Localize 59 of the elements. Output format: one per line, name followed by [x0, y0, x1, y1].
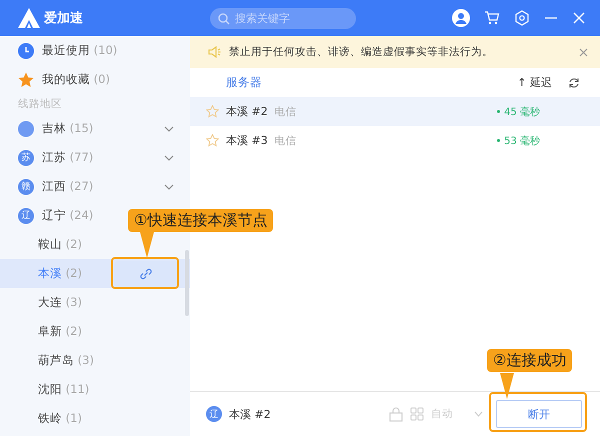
latency-value: 45 毫秒: [497, 104, 540, 118]
item-label: 江西 (27): [42, 179, 94, 194]
quick-connect-button[interactable]: [114, 260, 178, 286]
city-item[interactable]: 葫芦岛 (3): [0, 346, 190, 375]
latency-value: 53 毫秒: [497, 134, 540, 148]
speaker-icon: [208, 46, 222, 58]
refresh-icon[interactable]: [568, 76, 580, 88]
region-item[interactable]: 赣 江西 (27): [0, 172, 190, 201]
region-item[interactable]: 苏 江苏 (77): [0, 143, 190, 172]
city-item[interactable]: 鞍山 (2): [0, 230, 190, 259]
search-field[interactable]: 搜索关键字: [210, 8, 356, 28]
cart-icon[interactable]: [484, 10, 500, 26]
disconnect-button[interactable]: 断开: [496, 400, 582, 428]
isp-label: 电信: [274, 134, 297, 148]
scrollbar[interactable]: [185, 250, 189, 316]
city-item[interactable]: 大连 (3): [0, 288, 190, 317]
sidebar-item[interactable]: 最近使用 (10): [0, 36, 190, 65]
server-name: 本溪 #2: [226, 104, 268, 119]
region-item[interactable]: 吉林 (15): [0, 114, 190, 143]
chevron-down-icon[interactable]: [164, 184, 174, 190]
link-icon: [139, 266, 153, 280]
callout-pointer: [500, 373, 514, 399]
chevron-down-icon[interactable]: [164, 154, 174, 160]
province-badge: 苏: [18, 150, 34, 166]
app-title: 爱加速: [44, 10, 83, 27]
server-row[interactable]: 本溪 #2 电信 45 毫秒: [190, 97, 600, 126]
province-badge: 赣: [18, 178, 34, 194]
sidebar-item[interactable]: 我的收藏 (0): [0, 65, 190, 94]
favorite-star-icon[interactable]: [206, 134, 219, 147]
column-header[interactable]: ↑ 延迟: [517, 75, 552, 90]
city-item[interactable]: 阜新 (2): [0, 317, 190, 346]
connected-server: 本溪 #2: [229, 406, 271, 422]
isp-label: 电信: [274, 104, 297, 118]
item-label: 辽宁 (24): [42, 208, 94, 223]
item-label: 我的收藏 (0): [42, 72, 110, 87]
close-icon[interactable]: [579, 48, 588, 56]
city-item[interactable]: 铁岭 (1): [0, 404, 190, 433]
item-label: 最近使用 (10): [42, 43, 118, 58]
search-icon: [218, 12, 230, 24]
favorite-star-icon[interactable]: [206, 105, 219, 118]
city-item[interactable]: 沈阳 (11): [0, 375, 190, 404]
settings-icon[interactable]: [514, 10, 530, 26]
avatar-icon[interactable]: [452, 9, 470, 27]
province-badge: 辽: [206, 406, 222, 422]
highlight-frame: [111, 257, 179, 289]
item-label: 江苏 (77): [42, 150, 94, 165]
column-header[interactable]: 服务器: [226, 75, 262, 90]
logo-icon: [18, 8, 40, 28]
callout-pointer: [140, 232, 154, 258]
clock-icon: [18, 42, 34, 58]
star-icon: [18, 72, 34, 88]
server-name: 本溪 #3: [226, 133, 268, 148]
province-badge-icon: [18, 120, 34, 136]
notice-text: 禁止用于任何攻击、诽谤、编造虚假事实等非法行为。: [229, 45, 493, 59]
chevron-down-icon[interactable]: [164, 126, 174, 132]
province-badge: 辽: [18, 208, 34, 224]
section-label: 线路地区: [17, 97, 63, 112]
server-row[interactable]: 本溪 #3 电信 53 毫秒: [190, 126, 600, 155]
item-label: 吉林 (15): [42, 121, 94, 136]
